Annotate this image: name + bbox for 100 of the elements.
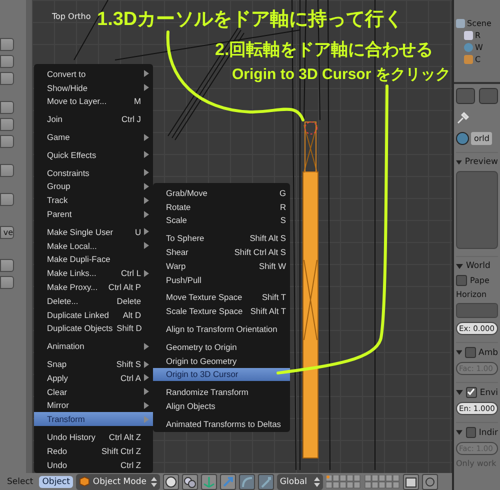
- menu-item[interactable]: Shear Shift Ctrl Alt S: [153, 245, 290, 259]
- section-title: Amb: [478, 348, 498, 358]
- tool-button[interactable]: [0, 135, 14, 148]
- menu-item[interactable]: Mirror: [34, 398, 153, 412]
- checkbox-label: Pape: [470, 276, 490, 285]
- menu-item[interactable]: Align to Transform Orientation: [153, 322, 290, 336]
- menu-item[interactable]: Make Single User U: [34, 224, 153, 239]
- annotation-text: 1.3Dカーソルをドア軸に持って行く: [97, 8, 404, 32]
- tool-button[interactable]: [0, 38, 14, 51]
- submenu-arrow-icon: [144, 151, 149, 158]
- menu-item[interactable]: Make Links... Ctrl L: [34, 266, 153, 280]
- menu-item[interactable]: Make Proxy... Ctrl Alt P: [34, 280, 153, 294]
- tool-button[interactable]: [0, 118, 14, 131]
- menu-item[interactable]: Grab/Move G: [153, 186, 290, 200]
- menu-item[interactable]: Show/Hide: [34, 80, 153, 95]
- shading-icon[interactable]: [162, 474, 179, 490]
- context-tab-icon[interactable]: [479, 88, 498, 104]
- manipulator-icon[interactable]: [200, 474, 217, 490]
- datablock-field[interactable]: orld: [471, 132, 492, 145]
- menu-item[interactable]: To Sphere Shift Alt S: [153, 231, 290, 246]
- menu-item[interactable]: Quick Effects: [34, 148, 153, 162]
- menu-item[interactable]: Geometry to Origin: [153, 340, 290, 354]
- menu-item[interactable]: Scale S: [153, 214, 290, 228]
- updown-arrows-icon: [150, 476, 157, 486]
- section-title: Envi: [480, 388, 498, 398]
- menu-item[interactable]: Make Dupli-Face: [34, 252, 153, 266]
- menu-item[interactable]: Convert to: [34, 67, 153, 81]
- menu-item[interactable]: Snap Shift S: [34, 357, 153, 371]
- section-title: Preview: [464, 157, 498, 167]
- menu-item[interactable]: Warp Shift W: [153, 258, 290, 273]
- tool-button[interactable]: [0, 193, 14, 206]
- menu-item[interactable]: Constraints: [34, 166, 153, 180]
- tool-button[interactable]: [0, 259, 14, 272]
- outliner-item[interactable]: Scene: [467, 19, 492, 28]
- menu-item[interactable]: Track: [34, 193, 153, 208]
- menu-item[interactable]: Origin to Geometry: [153, 354, 290, 368]
- menu-item[interactable]: Transform: [34, 412, 153, 426]
- world-icon: [456, 132, 469, 145]
- menu-item[interactable]: Origin to 3D Cursor: [153, 368, 290, 382]
- menu-item[interactable]: Game: [34, 130, 153, 144]
- menu-item[interactable]: Animation: [34, 339, 153, 354]
- checkbox[interactable]: [456, 275, 467, 286]
- menu-item[interactable]: Select: [4, 476, 36, 488]
- menu-item[interactable]: Parent: [34, 207, 153, 221]
- menu-item[interactable]: Randomize Transform: [153, 385, 290, 400]
- orientation-dropdown[interactable]: Global: [276, 474, 323, 490]
- rotate-icon[interactable]: [238, 474, 255, 490]
- menu-item[interactable]: Undo Ctrl Z: [34, 458, 153, 472]
- menu-item[interactable]: Align Objects: [153, 399, 290, 413]
- color-swatch[interactable]: [456, 303, 498, 318]
- menu-item[interactable]: Object: [39, 476, 73, 488]
- section-title: World: [466, 261, 490, 271]
- menu-item[interactable]: Delete... Delete: [34, 294, 153, 308]
- tool-button[interactable]: [0, 276, 14, 289]
- submenu-arrow-icon: [144, 270, 149, 277]
- outliner-item[interactable]: W: [475, 43, 483, 52]
- submenu-arrow-icon: [144, 134, 149, 141]
- expand-triangle-icon[interactable]: [456, 429, 462, 436]
- menu-item[interactable]: Move Texture Space Shift T: [153, 290, 290, 304]
- menu-item[interactable]: Join Ctrl J: [34, 112, 153, 126]
- arrow-icon[interactable]: [220, 474, 236, 490]
- annotation-text: 2.回転軸をドア軸に合わせる: [215, 39, 434, 61]
- section-title: Indir: [478, 428, 498, 438]
- expand-triangle-icon[interactable]: [456, 158, 462, 166]
- tool-button[interactable]: [0, 164, 14, 177]
- expand-triangle-icon[interactable]: [456, 262, 463, 270]
- expand-triangle-icon[interactable]: [456, 389, 463, 396]
- 3d-cursor-icon: [304, 122, 318, 134]
- annotation-text: Origin to 3D Cursor をクリック: [232, 65, 450, 84]
- view-label: Top Ortho: [52, 12, 91, 21]
- menu-item[interactable]: Clear: [34, 384, 153, 399]
- menu-item[interactable]: Push/Pull: [153, 272, 290, 287]
- menu-item[interactable]: Move to Layer... M: [34, 94, 153, 108]
- checkbox[interactable]: [466, 387, 477, 398]
- menu-item[interactable]: Make Local...: [34, 238, 153, 253]
- tool-button[interactable]: ve: [0, 226, 14, 239]
- checkbox[interactable]: [465, 347, 476, 358]
- tool-button[interactable]: [0, 55, 14, 68]
- menu-item[interactable]: Rotate R: [153, 200, 290, 214]
- menu-item[interactable]: Apply Ctrl A: [34, 370, 153, 385]
- updown-arrows-icon: [314, 476, 320, 486]
- menu-item[interactable]: Group: [34, 180, 153, 194]
- checkbox[interactable]: [466, 427, 476, 438]
- expand-triangle-icon[interactable]: [456, 349, 462, 356]
- menu-item[interactable]: Animated Transforms to Deltas: [153, 416, 290, 431]
- pivot-icon[interactable]: [182, 474, 198, 490]
- render-icon[interactable]: [422, 474, 438, 490]
- lock-icon[interactable]: [402, 474, 419, 490]
- menu-item[interactable]: Redo Shift Ctrl Z: [34, 444, 153, 458]
- menu-item[interactable]: Duplicate Linked Alt D: [34, 308, 153, 322]
- menu-item[interactable]: Undo History Ctrl Alt Z: [34, 430, 153, 444]
- scale-icon[interactable]: [258, 474, 274, 490]
- menu-item[interactable]: Scale Texture Space Shift Alt T: [153, 304, 290, 318]
- outliner-item[interactable]: C: [475, 55, 481, 64]
- menu-item[interactable]: Duplicate Objects Shift D: [34, 322, 153, 336]
- mode-dropdown[interactable]: Object Mode: [76, 474, 160, 490]
- tool-button[interactable]: [0, 101, 14, 114]
- tool-button[interactable]: [0, 72, 14, 85]
- context-tab-icon[interactable]: [456, 88, 475, 104]
- outliner-item[interactable]: R: [475, 31, 481, 40]
